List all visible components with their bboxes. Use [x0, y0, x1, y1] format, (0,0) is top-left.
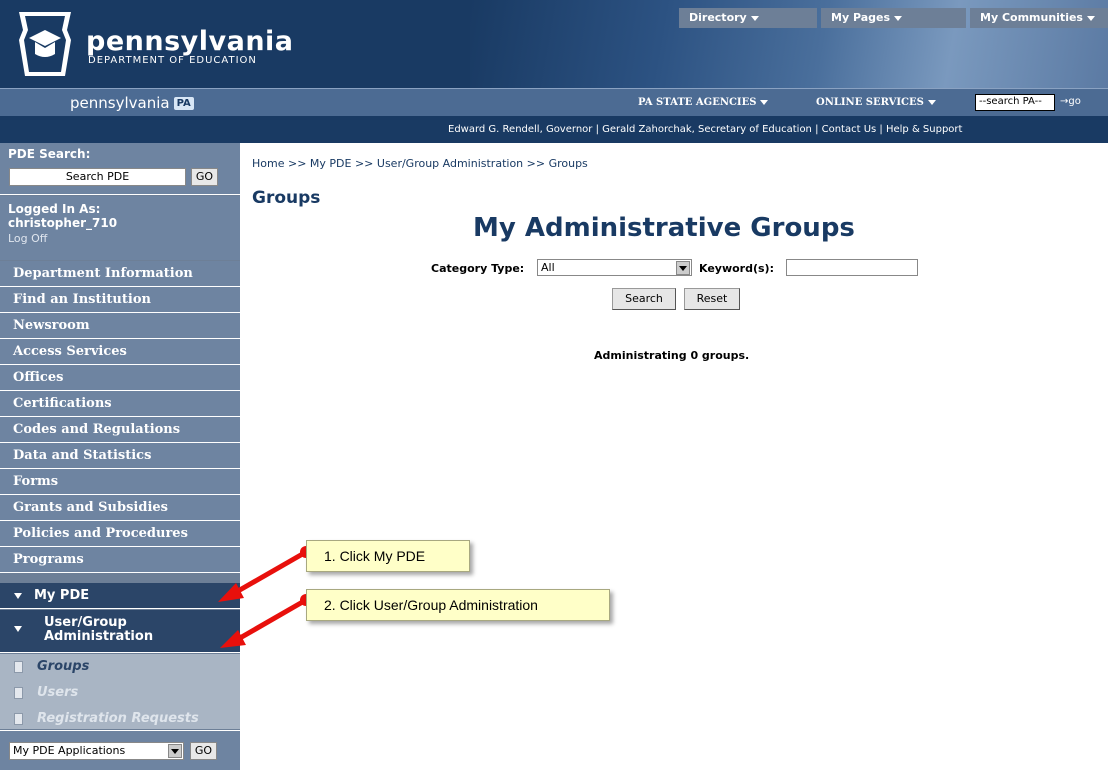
- page-icon: [14, 661, 23, 673]
- sidebar-item-data-statistics[interactable]: Data and Statistics: [0, 443, 240, 469]
- logo-subtitle: DEPARTMENT OF EDUCATION: [88, 55, 257, 66]
- sidebar-item-newsroom[interactable]: Newsroom: [0, 313, 240, 339]
- sidebar-item-find-institution[interactable]: Find an Institution: [0, 287, 240, 313]
- keyword-input[interactable]: [786, 259, 918, 276]
- login-info: Logged In As: christopher_710 Log Off: [0, 196, 240, 260]
- admin-count-text: Administrating 0 groups.: [594, 349, 750, 362]
- expand-caret-icon: [14, 592, 22, 599]
- pa-portal-bar: pennsylvania PA PA STATE AGENCIES ONLINE…: [0, 88, 1108, 116]
- applications-select[interactable]: My PDE Applications: [9, 742, 184, 760]
- sidebar-item-my-pde[interactable]: My PDE: [0, 583, 240, 609]
- category-type-label: Category Type:: [431, 262, 525, 275]
- sidebar-item-forms[interactable]: Forms: [0, 469, 240, 495]
- pa-portal-logo[interactable]: pennsylvania PA: [70, 94, 194, 112]
- pde-search-input[interactable]: Search PDE: [9, 168, 186, 186]
- subnav-item-registration-requests[interactable]: Registration Requests: [0, 706, 240, 732]
- sidebar-item-policies-procedures[interactable]: Policies and Procedures: [0, 521, 240, 547]
- my-communities-menu[interactable]: My Communities: [970, 8, 1108, 28]
- my-pages-menu[interactable]: My Pages: [821, 8, 966, 28]
- logged-in-label: Logged In As:: [8, 202, 101, 216]
- sidebar-item-department-information[interactable]: Department Information: [0, 261, 240, 287]
- user-group-admin-label: User/Group Administration: [44, 615, 154, 644]
- applications-box: My PDE Applications GO: [0, 730, 240, 770]
- page-icon: [14, 687, 23, 699]
- subnav-item-users[interactable]: Users: [0, 680, 240, 706]
- sidebar-item-grants-subsidies[interactable]: Grants and Subsidies: [0, 495, 240, 521]
- callout-step-1: 1. Click My PDE: [306, 540, 470, 572]
- main-heading: My Administrative Groups: [473, 213, 855, 243]
- pde-search-label: PDE Search:: [8, 147, 91, 161]
- dropdown-arrow-icon: [894, 15, 903, 21]
- site-header: pennsylvania DEPARTMENT OF EDUCATION Dir…: [0, 0, 1108, 88]
- page-title: Groups: [252, 188, 321, 208]
- breadcrumb[interactable]: Home >> My PDE >> User/Group Administrat…: [252, 157, 588, 170]
- sidebar-nav: Department Information Find an Instituti…: [0, 261, 240, 573]
- subnav-item-groups[interactable]: Groups: [0, 654, 240, 680]
- pa-state-agencies-menu[interactable]: PA STATE AGENCIES: [638, 97, 769, 108]
- sidebar-item-offices[interactable]: Offices: [0, 365, 240, 391]
- page-icon: [14, 713, 23, 725]
- dropdown-arrow-icon: [760, 100, 769, 105]
- pa-search-input[interactable]: --search PA--: [975, 94, 1055, 111]
- sidebar-item-programs[interactable]: Programs: [0, 547, 240, 573]
- dropdown-arrow-icon: [1086, 15, 1095, 21]
- expand-caret-icon: [14, 626, 22, 632]
- chevron-down-icon[interactable]: [168, 744, 182, 758]
- reset-button[interactable]: Reset: [684, 288, 740, 310]
- log-off-link[interactable]: Log Off: [8, 232, 232, 245]
- top-nav: Directory My Pages My Communities: [675, 8, 1108, 28]
- dropdown-arrow-icon: [927, 100, 936, 105]
- search-button[interactable]: Search: [612, 288, 676, 310]
- callout-step-2: 2. Click User/Group Administration: [306, 589, 610, 621]
- applications-go-button[interactable]: GO: [190, 742, 217, 760]
- sidebar-item-codes-regulations[interactable]: Codes and Regulations: [0, 417, 240, 443]
- pa-badge-icon: PA: [173, 96, 194, 110]
- keystone-logo-icon[interactable]: [17, 10, 73, 78]
- online-services-menu[interactable]: ONLINE SERVICES: [816, 97, 936, 108]
- dropdown-arrow-icon: [750, 15, 759, 21]
- admin-subnav: Groups Users Registration Requests: [0, 654, 240, 729]
- directory-menu[interactable]: Directory: [679, 8, 817, 28]
- officials-bar[interactable]: Edward G. Rendell, Governor | Gerald Zah…: [0, 116, 1108, 143]
- sidebar-item-user-group-administration[interactable]: User/Group Administration: [0, 610, 240, 653]
- keyword-label: Keyword(s):: [699, 262, 774, 275]
- username: christopher_710: [8, 216, 118, 230]
- logo-title: pennsylvania: [86, 26, 294, 57]
- chevron-down-icon[interactable]: [676, 261, 690, 275]
- pa-go-link[interactable]: →go: [1060, 96, 1081, 107]
- pde-search-go-button[interactable]: GO: [191, 168, 218, 186]
- sidebar-item-certifications[interactable]: Certifications: [0, 391, 240, 417]
- sidebar: PDE Search: Search PDE GO Logged In As: …: [0, 143, 240, 770]
- pde-search-box: PDE Search: Search PDE GO: [0, 143, 240, 195]
- category-type-select[interactable]: All: [537, 259, 692, 276]
- sidebar-item-access-services[interactable]: Access Services: [0, 339, 240, 365]
